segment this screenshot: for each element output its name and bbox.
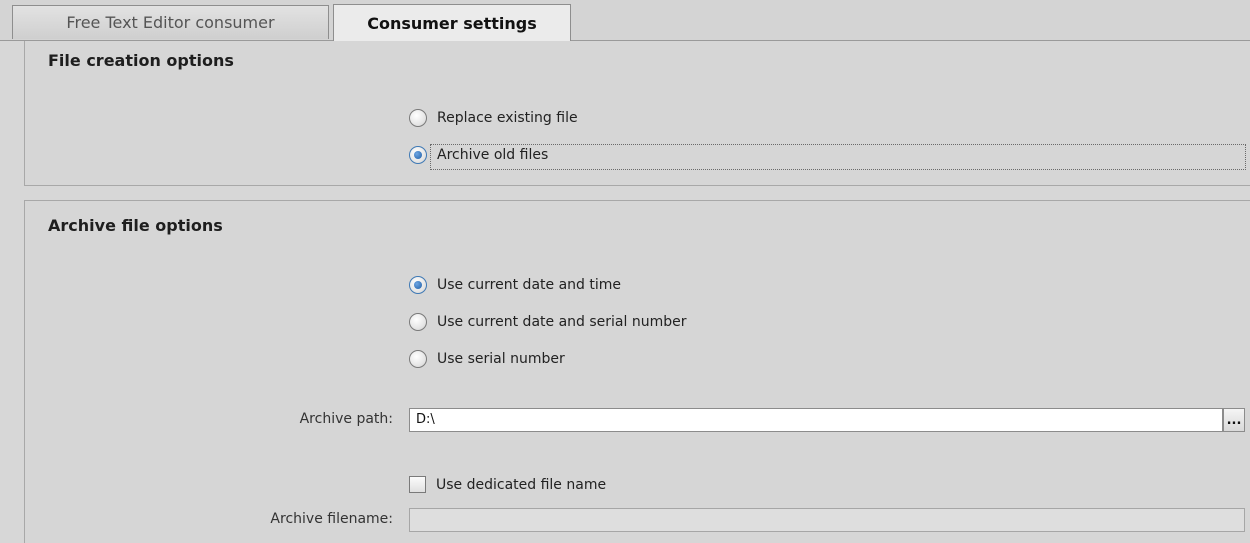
file-creation-panel: File creation options Replace existing f…	[24, 41, 1250, 186]
replace-existing-file-option[interactable]: Replace existing file	[409, 109, 578, 127]
archive-old-files-label: Archive old files	[437, 147, 549, 163]
archive-path-label: Archive path:	[299, 411, 393, 427]
radio-selected-icon[interactable]	[409, 146, 427, 164]
checkbox-icon[interactable]	[409, 476, 426, 493]
use-date-serial-label: Use current date and serial number	[437, 314, 687, 330]
archive-filename-label: Archive filename:	[270, 511, 393, 527]
use-serial-number-label: Use serial number	[437, 351, 565, 367]
archive-file-panel: Archive file options Use current date an…	[24, 200, 1250, 543]
archive-file-title: Archive file options	[48, 216, 223, 235]
radio-selected-icon[interactable]	[409, 276, 427, 294]
focus-outline	[430, 144, 1246, 170]
archive-filename-input[interactable]	[409, 508, 1245, 532]
use-date-time-option[interactable]: Use current date and time	[409, 276, 621, 294]
archive-old-files-option[interactable]: Archive old files	[409, 146, 548, 164]
file-creation-title: File creation options	[48, 51, 234, 70]
replace-existing-file-label: Replace existing file	[437, 110, 578, 126]
ellipsis-icon: ...	[1226, 413, 1242, 428]
radio-icon[interactable]	[409, 313, 427, 331]
use-dedicated-file-name-label: Use dedicated file name	[436, 476, 607, 493]
tab-bar: Free Text Editor consumer Consumer setti…	[0, 0, 1250, 41]
use-serial-number-option[interactable]: Use serial number	[409, 350, 565, 368]
archive-path-input[interactable]: D:\	[409, 408, 1223, 432]
radio-icon[interactable]	[409, 350, 427, 368]
radio-icon[interactable]	[409, 109, 427, 127]
tab-consumer-settings[interactable]: Consumer settings	[333, 4, 571, 41]
browse-button[interactable]: ...	[1223, 408, 1245, 432]
use-dedicated-file-name-option[interactable]: Use dedicated file name	[409, 476, 606, 493]
use-date-time-label: Use current date and time	[437, 277, 621, 293]
use-date-serial-option[interactable]: Use current date and serial number	[409, 313, 686, 331]
tab-free-text-editor-consumer[interactable]: Free Text Editor consumer	[12, 5, 329, 39]
